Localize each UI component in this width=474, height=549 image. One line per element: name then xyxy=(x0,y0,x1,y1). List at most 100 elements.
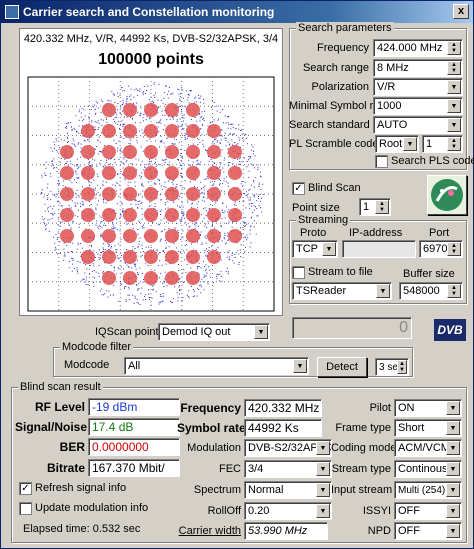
scatter-point xyxy=(80,206,81,208)
proto-select[interactable]: TCP ▼ xyxy=(292,240,338,258)
port-spinbox[interactable]: 6970 ▲ ▼ xyxy=(419,240,463,258)
carrier-width-label[interactable]: Carrier width xyxy=(171,525,241,537)
iqscan-select[interactable]: Demod IQ out ▼ xyxy=(158,323,270,341)
search-standard-select[interactable]: AUTO ▼ xyxy=(373,116,463,134)
chevron-down-icon[interactable]: ▼ xyxy=(447,99,461,113)
chevron-down-icon[interactable]: ▼ xyxy=(446,441,460,455)
close-button[interactable]: x xyxy=(453,4,469,19)
npd-select[interactable]: OFF ▼ xyxy=(394,522,462,540)
ip-address-input[interactable] xyxy=(342,240,416,258)
spin-arrows-icon[interactable]: ▲ ▼ xyxy=(447,284,461,298)
chevron-down-icon[interactable]: ▼ xyxy=(316,483,330,497)
spin-arrows-icon[interactable]: ▲ ▼ xyxy=(447,137,461,151)
rolloff-select[interactable]: 0.20 ▼ xyxy=(244,502,332,520)
scatter-point xyxy=(143,85,145,87)
search-pls-checkbox[interactable] xyxy=(375,155,388,168)
fec-select[interactable]: 3/4 ▼ xyxy=(244,460,332,478)
modulation-select[interactable]: DVB-S2/32APSK ▼ xyxy=(244,439,332,457)
scatter-point xyxy=(227,127,229,129)
stream-app-select[interactable]: TSReader ▼ xyxy=(292,282,392,300)
scatter-point xyxy=(229,144,230,146)
chevron-down-icon[interactable]: ▼ xyxy=(446,421,460,435)
chevron-down-icon[interactable]: ▼ xyxy=(316,504,330,518)
chevron-down-icon[interactable]: ▼ xyxy=(376,284,390,298)
scatter-point xyxy=(259,171,261,173)
chevron-down-icon[interactable]: ▼ xyxy=(254,325,268,339)
chevron-down-icon[interactable]: ▼ xyxy=(446,504,460,518)
chevron-down-icon[interactable]: ▼ xyxy=(293,359,307,373)
scatter-point xyxy=(194,228,196,230)
spin-arrows-icon[interactable]: ▲ ▼ xyxy=(447,41,461,55)
input-stream-select[interactable]: Multi (254) ▼ xyxy=(394,481,462,499)
frequency-spinbox[interactable]: 424.000 MHz ▲ ▼ xyxy=(373,39,463,57)
scatter-point xyxy=(204,266,206,267)
iq-counter-display: 0 xyxy=(292,317,412,339)
scatter-point xyxy=(207,221,209,222)
scatter-point xyxy=(174,227,176,229)
chevron-down-icon[interactable]: ▼ xyxy=(316,462,330,476)
update-modulation-checkbox[interactable] xyxy=(19,502,32,515)
modcode-select[interactable]: All ▼ xyxy=(124,357,309,375)
scatter-point xyxy=(226,206,227,208)
pls-code-spinbox[interactable]: 1 ▲ ▼ xyxy=(422,135,463,153)
coding-mode-select[interactable]: ACM/VCM ▼ xyxy=(394,439,462,457)
chevron-down-icon[interactable]: ▼ xyxy=(447,80,461,94)
blind-scan-checkbox[interactable]: ✓ xyxy=(292,182,305,195)
scatter-point xyxy=(142,227,144,229)
scatter-point xyxy=(120,260,122,262)
scatter-point xyxy=(191,207,193,209)
scatter-point xyxy=(249,197,251,199)
scatter-point xyxy=(228,161,230,163)
chevron-down-icon[interactable]: ▼ xyxy=(446,462,460,476)
chevron-down-icon[interactable]: ▼ xyxy=(447,118,461,132)
scatter-point xyxy=(107,243,109,245)
scatter-point xyxy=(164,202,166,204)
scatter-point xyxy=(192,161,194,163)
stream-to-file-checkbox[interactable] xyxy=(292,266,305,279)
scatter-point xyxy=(244,237,246,239)
symbol-cluster xyxy=(144,187,158,201)
pilot-select[interactable]: ON ▼ xyxy=(394,399,462,417)
scatter-point xyxy=(62,185,64,187)
polarization-select[interactable]: V/R ▼ xyxy=(373,78,463,96)
scatter-point xyxy=(152,102,154,104)
scatter-point xyxy=(228,165,230,167)
refresh-signal-checkbox[interactable]: ✓ xyxy=(19,482,32,495)
chevron-down-icon[interactable]: ▼ xyxy=(322,242,336,256)
chevron-down-icon[interactable]: ▼ xyxy=(446,401,460,415)
satellite-dish-button[interactable] xyxy=(427,175,467,215)
scatter-point xyxy=(47,206,49,208)
scatter-point xyxy=(258,184,260,186)
chevron-down-icon[interactable]: ▼ xyxy=(446,524,460,538)
detect-button[interactable]: Detect xyxy=(317,357,367,377)
point-size-spinbox[interactable]: 1 ▲ ▼ xyxy=(359,198,391,216)
scatter-point xyxy=(141,185,143,186)
scatter-point xyxy=(184,245,186,246)
scatter-point xyxy=(183,97,185,99)
issyi-select[interactable]: OFF ▼ xyxy=(394,502,462,520)
chevron-down-icon[interactable]: ▼ xyxy=(446,483,460,497)
spin-arrows-icon[interactable]: ▲ ▼ xyxy=(447,242,461,256)
spin-arrows-icon[interactable]: ▲ ▼ xyxy=(447,61,461,75)
search-range-spinbox[interactable]: 8 MHz ▲ ▼ xyxy=(373,59,463,77)
spin-arrows-icon[interactable]: ▲ ▼ xyxy=(397,360,407,374)
scatter-point xyxy=(149,201,151,203)
iqscan-value: Demod IQ out xyxy=(162,326,231,338)
scatter-point xyxy=(130,94,132,96)
min-symbol-rate-select[interactable]: 1000 ▼ xyxy=(373,97,463,115)
detect-time-spinbox[interactable]: 3 sec ▲ ▼ xyxy=(375,358,409,376)
scatter-point xyxy=(195,96,197,98)
stream-type-select[interactable]: Continous ▼ xyxy=(394,460,462,478)
frame-type-select[interactable]: Short ▼ xyxy=(394,419,462,437)
scatter-point xyxy=(257,164,259,166)
scatter-point xyxy=(160,209,162,211)
spectrum-select[interactable]: Normal ▼ xyxy=(244,481,332,499)
chevron-down-icon[interactable]: ▼ xyxy=(316,441,330,455)
spin-arrows-icon[interactable]: ▲ ▼ xyxy=(375,200,389,214)
chevron-down-icon[interactable]: ▼ xyxy=(403,137,417,151)
pls-mode-select[interactable]: Root ▼ xyxy=(375,135,419,153)
scatter-point xyxy=(238,262,240,263)
npd-value: OFF xyxy=(398,525,420,537)
buffer-size-spinbox[interactable]: 548000 ▲ ▼ xyxy=(399,282,463,300)
scatter-point xyxy=(128,286,130,288)
